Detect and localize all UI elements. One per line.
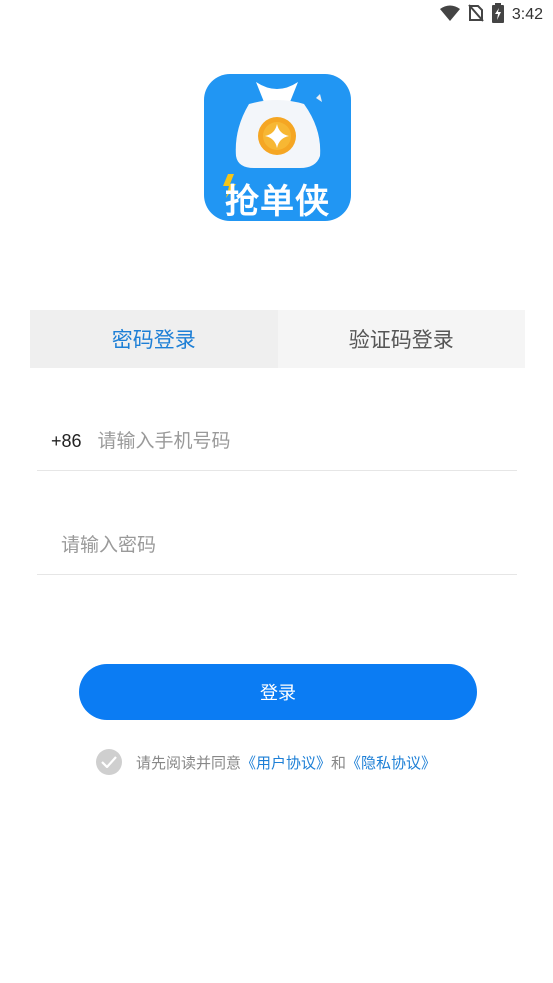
login-button[interactable]: 登录 bbox=[79, 664, 477, 720]
user-agreement-link[interactable]: 《用户协议》 bbox=[241, 752, 331, 773]
tab-code-login[interactable]: 验证码登录 bbox=[278, 310, 526, 368]
checkmark-icon bbox=[101, 756, 117, 768]
password-input[interactable] bbox=[59, 533, 517, 557]
status-icons: 3:42 bbox=[439, 3, 543, 27]
status-bar: 3:42 bbox=[0, 0, 553, 30]
login-tabs: 密码登录 验证码登录 bbox=[30, 310, 525, 368]
status-time: 3:42 bbox=[511, 6, 543, 23]
phone-input[interactable] bbox=[95, 429, 517, 453]
wifi-icon bbox=[439, 5, 460, 25]
app-logo: 抢单侠 bbox=[204, 74, 351, 221]
tab-password-login[interactable]: 密码登录 bbox=[30, 310, 278, 368]
agreement-text: 请先阅读并同意 bbox=[136, 753, 242, 772]
agreement-conjunction: 和 bbox=[331, 753, 347, 772]
agreement-row: 请先阅读并同意 《用户协议》 和 《隐私协议》 bbox=[96, 748, 436, 776]
password-field bbox=[37, 516, 517, 575]
battery-charging-icon bbox=[491, 3, 504, 27]
phone-field: +86 bbox=[37, 412, 517, 471]
logo-text: 抢单侠 bbox=[225, 182, 330, 221]
no-sim-icon bbox=[468, 4, 484, 26]
agreement-checkbox[interactable] bbox=[96, 749, 122, 775]
country-code[interactable]: +86 bbox=[51, 431, 82, 452]
privacy-policy-link[interactable]: 《隐私协议》 bbox=[346, 752, 436, 773]
